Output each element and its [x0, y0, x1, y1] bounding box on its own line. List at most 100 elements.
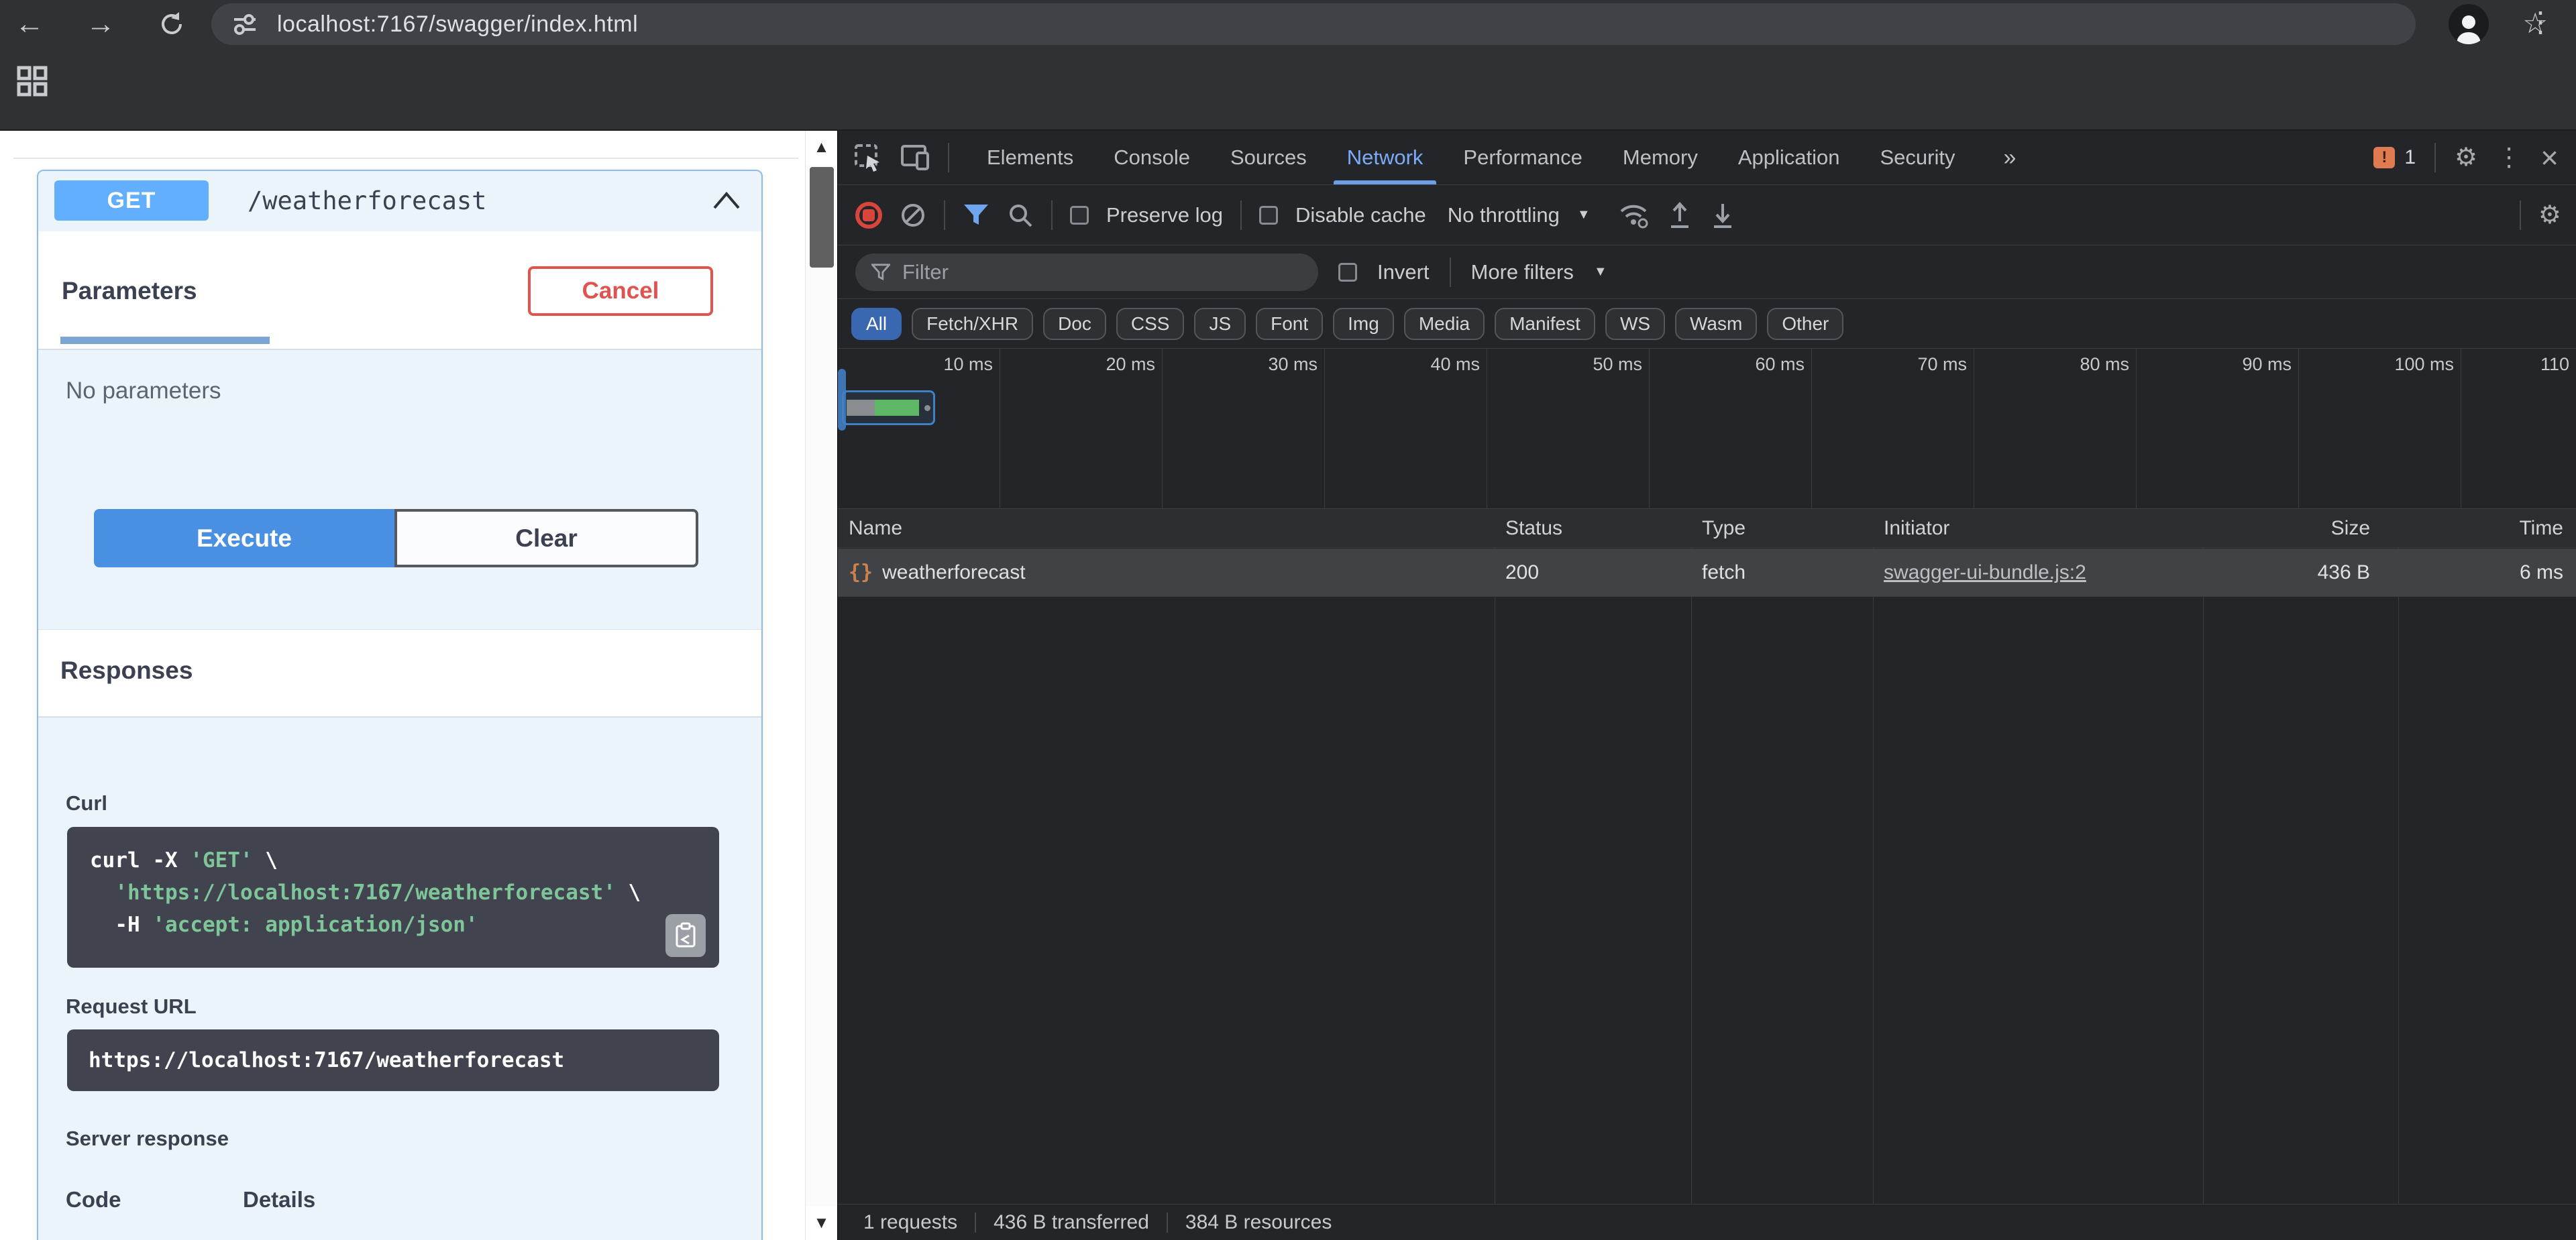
- table-row[interactable]: {}weatherforecast 200 fetch swagger-ui-b…: [838, 549, 2576, 597]
- disable-cache-label[interactable]: Disable cache: [1295, 203, 1426, 227]
- type-filter-chip[interactable]: Wasm: [1675, 308, 1757, 340]
- disable-cache-checkbox[interactable]: [1259, 206, 1278, 225]
- invert-label[interactable]: Invert: [1377, 260, 1430, 284]
- device-toolbar-icon[interactable]: [900, 144, 930, 172]
- request-waterfall-bar[interactable]: [842, 390, 935, 425]
- browser-menu-icon[interactable]: ⋮: [2524, 5, 2557, 38]
- column-header-name[interactable]: Name: [849, 509, 902, 548]
- timeline-grid: 10 ms20 ms30 ms40 ms50 ms60 ms70 ms80 ms…: [838, 349, 2576, 508]
- requests-table: Name Status Type Initiator Size Time {}w…: [838, 509, 2576, 1204]
- transferred-size[interactable]: 436 B transferred: [994, 1211, 1149, 1234]
- column-divider[interactable]: [1873, 509, 1874, 1204]
- devtools-menu-icon[interactable]: ⋮: [2496, 145, 2522, 170]
- network-settings-gear-icon[interactable]: ⚙: [2538, 203, 2561, 228]
- inspect-element-icon[interactable]: [854, 144, 882, 172]
- devtools-tab[interactable]: Performance: [1443, 131, 1602, 184]
- toolbar-divider: [2520, 201, 2521, 230]
- section-divider: [13, 158, 798, 159]
- parameters-section-header: Parameters Cancel: [38, 231, 761, 350]
- profile-avatar[interactable]: [2449, 4, 2489, 44]
- type-filter-chip[interactable]: Media: [1404, 308, 1485, 340]
- devtools-settings-gear-icon[interactable]: ⚙: [2455, 145, 2477, 170]
- devtools-tab[interactable]: Sources: [1210, 131, 1327, 184]
- search-icon[interactable]: [1007, 202, 1034, 229]
- devtools-tab[interactable]: Application: [1718, 131, 1860, 184]
- apps-grid-icon[interactable]: [15, 64, 50, 99]
- type-filter-chip[interactable]: Manifest: [1495, 308, 1595, 340]
- invert-checkbox[interactable]: [1338, 263, 1357, 282]
- filter-input[interactable]: [902, 260, 1302, 284]
- clear-button[interactable]: Clear: [394, 509, 698, 567]
- toolbar-divider: [1051, 201, 1053, 230]
- back-icon[interactable]: ←: [9, 4, 50, 44]
- type-filter-chip[interactable]: Img: [1333, 308, 1394, 340]
- throttling-dropdown[interactable]: No throttling ▼: [1448, 203, 1591, 227]
- site-settings-icon[interactable]: [230, 9, 260, 39]
- request-name-cell[interactable]: {}weatherforecast: [849, 549, 1026, 597]
- column-header-type[interactable]: Type: [1702, 509, 1746, 548]
- column-header-status[interactable]: Status: [1505, 509, 1562, 548]
- toolbar-divider: [1240, 201, 1242, 230]
- filter-funnel-small-icon: [871, 264, 890, 281]
- opblock-header[interactable]: GET /weatherforecast: [37, 170, 763, 231]
- type-filter-chip[interactable]: Fetch/XHR: [912, 308, 1033, 340]
- url-text[interactable]: localhost:7167/swagger/index.html: [277, 11, 638, 38]
- column-header-time[interactable]: Time: [2398, 509, 2573, 548]
- type-filter-chip[interactable]: Other: [1767, 308, 1843, 340]
- scrollbar-thumb[interactable]: [810, 167, 834, 268]
- collapse-chevron-icon[interactable]: [712, 190, 741, 211]
- devtools-tab[interactable]: Network: [1327, 131, 1444, 184]
- server-response-label: Server response: [66, 1127, 229, 1151]
- export-har-icon[interactable]: [1710, 201, 1735, 229]
- reload-icon[interactable]: [152, 4, 192, 44]
- toolbar-divider: [1450, 258, 1451, 287]
- import-har-icon[interactable]: [1667, 201, 1693, 229]
- preserve-log-checkbox[interactable]: [1070, 206, 1089, 225]
- record-network-log-button[interactable]: [855, 202, 882, 229]
- network-conditions-icon[interactable]: [1619, 202, 1650, 229]
- page-scrollbar[interactable]: ▲ ▼: [805, 131, 837, 1240]
- cancel-button[interactable]: Cancel: [528, 266, 713, 316]
- type-filter-chip[interactable]: WS: [1605, 308, 1665, 340]
- filter-funnel-icon[interactable]: [963, 203, 989, 227]
- type-filter-chip[interactable]: CSS: [1116, 308, 1185, 340]
- parameters-title: Parameters: [62, 277, 197, 305]
- filter-input-pill[interactable]: [855, 253, 1318, 291]
- more-tabs-chevron[interactable]: »: [1992, 145, 2027, 171]
- devtools-tab[interactable]: Elements: [967, 131, 1093, 184]
- issues-badge-icon[interactable]: !: [2373, 147, 2395, 168]
- resources-size[interactable]: 384 B resources: [1185, 1211, 1332, 1234]
- clear-network-log-icon[interactable]: [900, 202, 926, 229]
- column-divider[interactable]: [2203, 509, 2204, 1204]
- forward-icon[interactable]: →: [80, 4, 121, 44]
- type-filter-chip[interactable]: JS: [1194, 308, 1246, 340]
- timeline-tick-label: 100 ms: [2394, 354, 2454, 375]
- devtools-tab[interactable]: Security: [1860, 131, 1976, 184]
- copy-to-clipboard-button[interactable]: [665, 914, 706, 957]
- scrollbar-up-arrow[interactable]: ▲: [806, 131, 837, 164]
- more-filters-label[interactable]: More filters: [1471, 260, 1574, 284]
- column-header-initiator[interactable]: Initiator: [1884, 509, 1949, 548]
- throttling-value: No throttling: [1448, 203, 1560, 227]
- column-divider[interactable]: [2398, 509, 2399, 1204]
- type-filter-chip[interactable]: All: [851, 308, 902, 340]
- devtools-tab[interactable]: Console: [1093, 131, 1210, 184]
- devtools-tab[interactable]: Memory: [1603, 131, 1718, 184]
- requests-count[interactable]: 1 requests: [863, 1211, 957, 1234]
- devtools-close-icon[interactable]: ×: [2540, 142, 2559, 173]
- type-filter-chip[interactable]: Font: [1256, 308, 1323, 340]
- type-filter-chip[interactable]: Doc: [1043, 308, 1106, 340]
- error-count[interactable]: 1: [2404, 146, 2416, 169]
- preserve-log-label[interactable]: Preserve log: [1106, 203, 1223, 227]
- request-url-box: https://localhost:7167/weatherforecast: [67, 1029, 719, 1091]
- tabbar-right-cluster: ! 1 ⚙ ⋮ ×: [2373, 142, 2576, 173]
- request-initiator-cell[interactable]: swagger-ui-bundle.js:2: [1884, 549, 2086, 597]
- network-overview-timeline[interactable]: 10 ms20 ms30 ms40 ms50 ms60 ms70 ms80 ms…: [838, 348, 2576, 509]
- address-bar[interactable]: localhost:7167/swagger/index.html: [211, 3, 2416, 45]
- column-divider[interactable]: [1691, 509, 1692, 1204]
- execute-button[interactable]: Execute: [94, 509, 394, 567]
- column-header-size[interactable]: Size: [2203, 509, 2385, 548]
- scrollbar-down-arrow[interactable]: ▼: [806, 1206, 837, 1240]
- waterfall-waiting-segment: [847, 400, 875, 416]
- toolbar-divider: [944, 201, 945, 230]
